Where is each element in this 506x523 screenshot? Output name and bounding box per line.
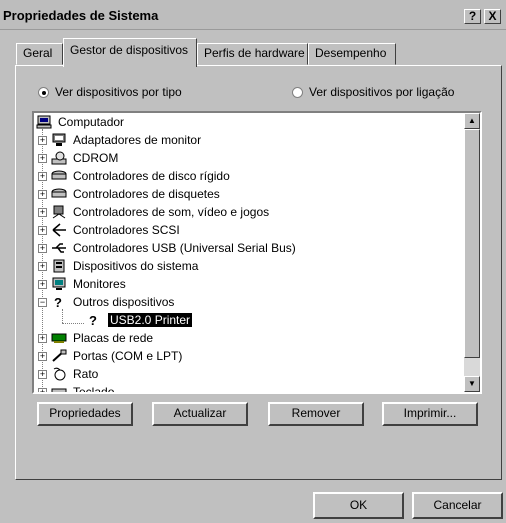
expand-plus-icon[interactable]: +: [38, 243, 47, 253]
expand-plus-icon[interactable]: +: [38, 369, 47, 379]
tree-item-label: Adaptadores de monitor: [73, 133, 202, 147]
tree-item-selected[interactable]: ? USB2.0 Printer: [86, 311, 193, 329]
tree-item-label: Controladores SCSI: [73, 223, 180, 237]
radio-by-connection[interactable]: Ver dispositivos por ligação: [292, 85, 454, 99]
tree-item[interactable]: + Teclado: [38, 383, 115, 394]
monitor-icon: [51, 277, 67, 291]
expand-plus-icon[interactable]: +: [38, 351, 47, 361]
vertical-scrollbar[interactable]: ▲ ▼: [464, 113, 480, 392]
scroll-up-arrow-icon[interactable]: ▲: [464, 113, 480, 129]
tree-item[interactable]: + Placas de rede: [38, 329, 153, 347]
tree-item[interactable]: + Dispositivos do sistema: [38, 257, 198, 275]
keyboard-icon: [51, 385, 67, 392]
cancel-button[interactable]: Cancelar: [412, 492, 503, 519]
cdrom-icon: [51, 151, 67, 165]
scsi-icon: [51, 223, 67, 237]
title-bar[interactable]: Propriedades de Sistema ? X: [0, 0, 506, 30]
radio-by-type-label: Ver dispositivos por tipo: [55, 85, 182, 99]
tab-desempenho[interactable]: Desempenho: [308, 43, 396, 65]
tree-item-label: Controladores de som, vídeo e jogos: [73, 205, 270, 219]
tree-item[interactable]: + Rato: [38, 365, 98, 383]
port-icon: [51, 349, 67, 363]
tree-root[interactable]: Computador: [36, 113, 124, 131]
unknown-device-icon: ?: [86, 313, 102, 328]
tree-item-label: USB2.0 Printer: [108, 313, 193, 327]
expand-plus-icon[interactable]: +: [38, 279, 47, 289]
close-button[interactable]: X: [484, 9, 501, 24]
tree-item[interactable]: + CDROM: [38, 149, 118, 167]
tab-geral[interactable]: Geral: [16, 43, 63, 65]
expand-plus-icon[interactable]: +: [38, 135, 47, 145]
radio-dot-selected[interactable]: [38, 86, 49, 98]
tab-perfis-de-hardware[interactable]: Perfis de hardware: [197, 43, 308, 65]
tree-item-label: Outros dispositivos: [73, 295, 175, 309]
floppy-controller-icon: [51, 187, 67, 201]
window-title: Propriedades de Sistema: [3, 8, 159, 23]
unknown-device-icon: ?: [51, 295, 67, 310]
hard-disk-controller-icon: [51, 169, 67, 183]
tree-item[interactable]: + Monitores: [38, 275, 126, 293]
tree-root-label: Computador: [58, 115, 125, 129]
tree-item-label: Dispositivos do sistema: [73, 259, 199, 273]
tree-item-label: Monitores: [73, 277, 126, 291]
tree-item[interactable]: + Adaptadores de monitor: [38, 131, 201, 149]
tree-item[interactable]: + Controladores de disquetes: [38, 185, 220, 203]
tree-item-label: Placas de rede: [73, 331, 154, 345]
expand-plus-icon[interactable]: +: [38, 207, 47, 217]
radio-dot[interactable]: [292, 86, 303, 98]
tree-item[interactable]: + Controladores de som, vídeo e jogos: [38, 203, 269, 221]
system-device-icon: [51, 259, 67, 273]
tree-item-label: Controladores de disquetes: [73, 187, 220, 201]
tree-item[interactable]: + Controladores SCSI: [38, 221, 180, 239]
expand-plus-icon[interactable]: +: [38, 171, 47, 181]
tree-item-label: Controladores de disco rígido: [73, 169, 230, 183]
scroll-down-arrow-icon[interactable]: ▼: [464, 376, 480, 392]
sound-video-game-icon: [51, 205, 67, 219]
ok-button[interactable]: OK: [313, 492, 404, 519]
radio-by-connection-label: Ver dispositivos por ligação: [309, 85, 455, 99]
tree-item[interactable]: + Controladores USB (Universal Serial Bu…: [38, 239, 296, 257]
expand-plus-icon[interactable]: +: [38, 387, 47, 392]
tree-item-label: Controladores USB (Universal Serial Bus): [73, 241, 296, 255]
print-button[interactable]: Imprimir...: [382, 402, 478, 426]
svg-text:?: ?: [89, 313, 97, 327]
tab-gestor-de-dispositivos[interactable]: Gestor de dispositivos: [63, 38, 197, 67]
monitor-adapter-icon: [51, 133, 67, 147]
tree-item-label: Rato: [73, 367, 99, 381]
tree-item[interactable]: + Controladores de disco rígido: [38, 167, 230, 185]
expand-plus-icon[interactable]: +: [38, 189, 47, 199]
tree-item-label: CDROM: [73, 151, 119, 165]
tree-item[interactable]: − ? Outros dispositivos: [38, 293, 174, 311]
usb-icon: [51, 241, 67, 255]
device-tree[interactable]: Computador + Adaptadores de monitor + CD…: [32, 111, 482, 394]
mouse-icon: [51, 367, 67, 381]
expand-plus-icon[interactable]: +: [38, 333, 47, 343]
scroll-thumb[interactable]: [464, 129, 480, 358]
system-properties-window: Propriedades de Sistema ? X Geral Gestor…: [0, 0, 506, 523]
collapse-minus-icon[interactable]: −: [38, 297, 47, 307]
expand-plus-icon[interactable]: +: [38, 153, 47, 163]
help-button[interactable]: ?: [464, 9, 481, 24]
tree-item-label: Portas (COM e LPT): [73, 349, 183, 363]
refresh-button[interactable]: Actualizar: [152, 402, 248, 426]
expand-plus-icon[interactable]: +: [38, 261, 47, 271]
expand-plus-icon[interactable]: +: [38, 225, 47, 235]
computer-icon: [36, 115, 52, 129]
network-card-icon: [51, 331, 67, 345]
remove-button[interactable]: Remover: [268, 402, 364, 426]
radio-by-type[interactable]: Ver dispositivos por tipo: [38, 85, 182, 99]
tree-item-label: Teclado: [73, 385, 115, 394]
svg-text:?: ?: [54, 295, 62, 309]
tree-item[interactable]: + Portas (COM e LPT): [38, 347, 182, 365]
properties-button[interactable]: Propriedades: [37, 402, 133, 426]
